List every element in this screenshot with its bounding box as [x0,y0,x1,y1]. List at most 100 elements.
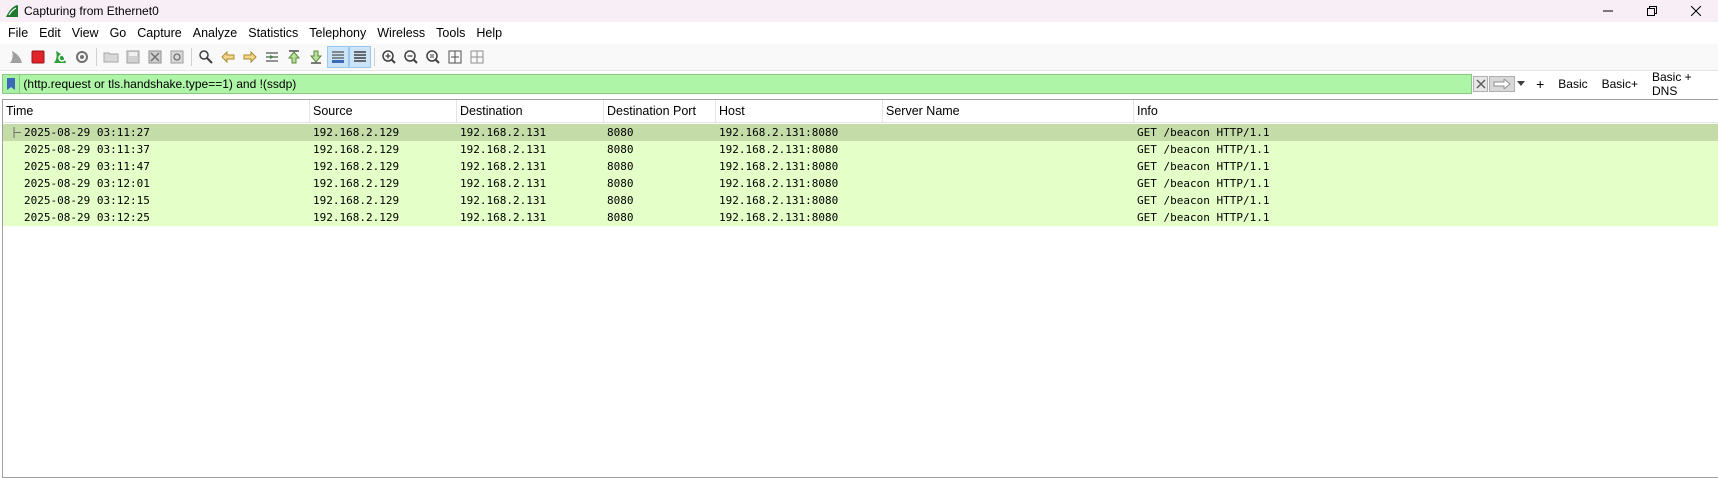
cell-host: 192.168.2.131:8080 [719,143,839,156]
menu-edit[interactable]: Edit [34,26,67,40]
toolbar-separator [96,48,97,66]
find-packet-icon [199,50,213,64]
capture-options-icon [76,51,88,63]
save-file-button[interactable] [122,46,144,68]
cell-source: 192.168.2.129 [313,194,400,207]
cell-source: 192.168.2.129 [313,160,400,173]
go-forward-button[interactable] [239,46,261,68]
toolbar-separator [374,48,375,66]
close-window-button[interactable] [1674,0,1718,22]
menu-view[interactable]: View [67,26,105,40]
first-packet-icon [287,50,301,64]
cell-host: 192.168.2.131:8080 [719,211,839,224]
table-row[interactable]: 2025-08-29 03:11:47 192.168.2.129 192.16… [3,158,1718,175]
chevron-down-icon [1517,81,1526,86]
menu-help[interactable]: Help [471,26,508,40]
cell-destination: 192.168.2.131 [460,143,547,156]
save-file-icon [126,50,140,64]
cell-time: 2025-08-29 03:11:37 [24,143,150,156]
open-file-button[interactable] [100,46,122,68]
column-header-destination-port[interactable]: Destination Port [604,100,716,123]
zoom-in-icon [382,50,396,64]
menu-go[interactable]: Go [105,26,133,40]
first-packet-marker-icon [13,127,21,138]
close-icon [1691,6,1701,16]
minimize-icon [1603,10,1613,12]
menu-wireless[interactable]: Wireless [372,26,431,40]
restart-capture-button[interactable] [49,46,71,68]
normal-size-icon [426,50,440,64]
cell-source: 192.168.2.129 [313,143,400,156]
reload-file-button[interactable] [166,46,188,68]
menu-analyze[interactable]: Analyze [188,26,243,40]
maximize-button[interactable] [1630,0,1674,22]
column-header-destination[interactable]: Destination [457,100,604,123]
table-row[interactable]: 2025-08-29 03:12:25 192.168.2.129 192.16… [3,209,1718,226]
packet-list-header: Time Source Destination Destination Port… [3,100,1718,123]
filter-button-basic-dns[interactable]: Basic + DNS [1652,70,1718,98]
packet-rows: 2025-08-29 03:11:27 192.168.2.129 192.16… [3,124,1718,226]
cell-destination: 192.168.2.131 [460,211,547,224]
bookmark-icon [7,78,16,90]
recent-filters-dropdown[interactable] [1515,76,1529,92]
window-title: Capturing from Ethernet0 [24,4,159,18]
cell-info: GET /beacon HTTP/1.1 [1137,177,1270,190]
resize-columns-button[interactable] [444,46,466,68]
menu-file[interactable]: File [3,26,34,40]
go-to-packet-button[interactable] [261,46,283,68]
column-header-host[interactable]: Host [716,100,883,123]
minimize-button[interactable] [1586,0,1630,22]
close-file-button[interactable] [144,46,166,68]
menu-capture[interactable]: Capture [132,26,187,40]
table-row[interactable]: 2025-08-29 03:11:27 192.168.2.129 192.16… [3,124,1718,141]
stop-capture-icon [31,50,45,64]
cell-time: 2025-08-29 03:11:27 [24,126,150,139]
zoom-in-button[interactable] [378,46,400,68]
layout-button[interactable] [466,46,488,68]
cell-time: 2025-08-29 03:12:25 [24,211,150,224]
cell-host: 192.168.2.131:8080 [719,160,839,173]
filter-button-basic-plus[interactable]: Basic+ [1602,77,1638,91]
zoom-out-button[interactable] [400,46,422,68]
zoom-out-icon [404,50,418,64]
clear-icon [1476,79,1486,89]
display-filter-input[interactable]: (http.request or tls.handshake.type==1) … [20,74,1472,94]
find-packet-button[interactable] [195,46,217,68]
clear-filter-button[interactable] [1472,76,1489,92]
stop-capture-button[interactable] [27,46,49,68]
colorize-button[interactable] [349,46,371,68]
cell-destination: 192.168.2.131 [460,177,547,190]
last-packet-button[interactable] [305,46,327,68]
cell-source: 192.168.2.129 [313,126,400,139]
apply-filter-button[interactable] [1489,76,1515,92]
display-filter-text: (http.request or tls.handshake.type==1) … [23,77,297,91]
autoscroll-button[interactable] [327,46,349,68]
cell-info: GET /beacon HTTP/1.1 [1137,143,1270,156]
layout-icon [470,50,484,64]
go-back-button[interactable] [217,46,239,68]
add-filter-button[interactable]: + [1536,76,1544,92]
main-toolbar [0,44,1718,71]
normal-size-button[interactable] [422,46,444,68]
cell-destination: 192.168.2.131 [460,194,547,207]
menu-telephony[interactable]: Telephony [304,26,372,40]
packet-list[interactable]: Time Source Destination Destination Port… [2,99,1718,478]
cell-info: GET /beacon HTTP/1.1 [1137,211,1270,224]
filter-bookmark-button[interactable] [2,74,21,94]
column-header-source[interactable]: Source [310,100,457,123]
autoscroll-icon [332,51,344,63]
cell-destination: 192.168.2.131 [460,126,547,139]
capture-options-button[interactable] [71,46,93,68]
start-capture-button[interactable] [5,46,27,68]
menu-statistics[interactable]: Statistics [243,26,304,40]
menu-tools[interactable]: Tools [431,26,471,40]
column-header-time[interactable]: Time [3,100,310,123]
open-file-icon [103,52,119,63]
table-row[interactable]: 2025-08-29 03:12:01 192.168.2.129 192.16… [3,175,1718,192]
table-row[interactable]: 2025-08-29 03:11:37 192.168.2.129 192.16… [3,141,1718,158]
first-packet-button[interactable] [283,46,305,68]
filter-button-basic[interactable]: Basic [1558,77,1587,91]
table-row[interactable]: 2025-08-29 03:12:15 192.168.2.129 192.16… [3,192,1718,209]
column-header-server-name[interactable]: Server Name [883,100,1134,123]
column-header-info[interactable]: Info [1134,100,1718,123]
